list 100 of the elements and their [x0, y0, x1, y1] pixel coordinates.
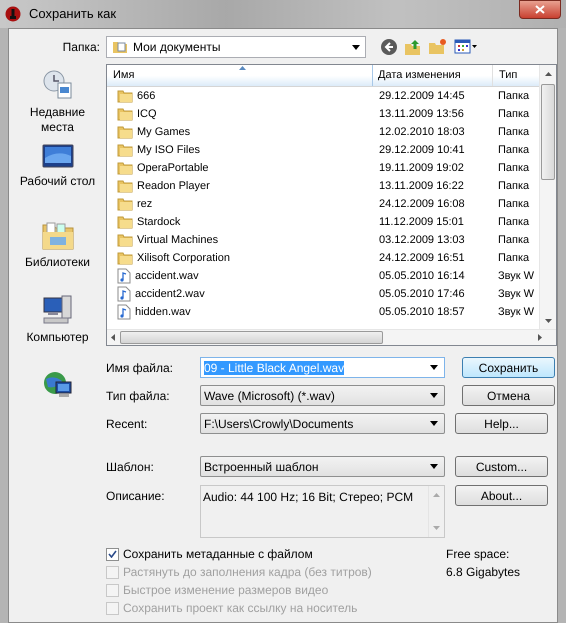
clock-documents-icon: [42, 69, 74, 101]
places-item[interactable]: Библиотеки: [16, 219, 100, 294]
date-cell-text: 24.12.2009 16:51: [378, 250, 466, 266]
scroll-down-icon: [544, 319, 552, 323]
file-row[interactable]: Virtual Machines 03.12.2009 13:03 Папка: [107, 231, 539, 249]
dropdown-field[interactable]: F:\Users\Crowly\Documents: [200, 413, 445, 434]
dialog-button[interactable]: Сохранить: [462, 357, 555, 378]
dropdown-field[interactable]: Wave (Microsoft) (*.wav): [200, 385, 445, 406]
file-name: accident2.wav: [135, 286, 205, 302]
computer-icon: [42, 294, 74, 326]
folder-icon: [117, 251, 133, 265]
column-header[interactable]: Тип: [493, 65, 539, 86]
window-title: Сохранить как: [28, 5, 116, 24]
scroll-up-icon: [433, 493, 440, 497]
file-row[interactable]: My ISO Files 29.12.2009 10:41 Папка: [107, 141, 539, 159]
folder-icon: [117, 143, 133, 157]
file-row[interactable]: Stardock 11.12.2009 15:01 Папка: [107, 213, 539, 231]
file-name: Xilisoft Corporation: [137, 250, 230, 266]
file-row[interactable]: Readon Player 13.11.2009 16:22 Папка: [107, 177, 539, 195]
file-name: Virtual Machines: [137, 232, 218, 248]
close-icon: [535, 5, 545, 14]
file-name: ICQ: [137, 106, 157, 122]
file-name: My Games: [137, 124, 190, 140]
folder-icon: [117, 197, 133, 211]
folder-icon: [117, 125, 133, 139]
folder-dropdown[interactable]: Мои документы: [106, 36, 366, 58]
date-cell-text: 19.11.2009 19:02: [378, 160, 465, 176]
monitor-icon: [42, 144, 74, 170]
date-cell-text: 12.02.2010 18:03: [378, 124, 466, 140]
file-row[interactable]: hidden.wav 05.05.2010 18:57 Звук W: [107, 303, 539, 321]
file-name: My ISO Files: [137, 142, 200, 158]
file-row[interactable]: accident.wav 05.05.2010 16:14 Звук W: [107, 267, 539, 285]
file-row[interactable]: Xilisoft Corporation 24.12.2009 16:51 Папка: [107, 249, 539, 267]
folder-icon: [117, 89, 133, 103]
vertical-scrollbar[interactable]: [539, 65, 556, 329]
up-folder-icon[interactable]: [404, 38, 422, 56]
file-row[interactable]: rez 24.12.2009 16:08 Папка: [107, 195, 539, 213]
back-icon[interactable]: [380, 38, 398, 56]
dropdown-caret-icon: [352, 44, 360, 50]
file-name: hidden.wav: [135, 304, 191, 320]
file-row[interactable]: accident2.wav 05.05.2010 17:46 Звук W: [107, 285, 539, 303]
type-cell-text: Звук W: [497, 286, 535, 302]
date-cell-text: 11.12.2009 15:01: [378, 214, 465, 230]
column-header[interactable]: Дата изменения: [373, 65, 493, 86]
dropdown-field[interactable]: Встроенный шаблон: [200, 456, 445, 477]
field-label: Имя файла:: [106, 360, 174, 376]
places-item[interactable]: Рабочий стол: [16, 144, 100, 219]
file-name: Readon Player: [137, 178, 210, 194]
type-cell-text: Папка: [497, 196, 530, 212]
audio-file-icon: [117, 286, 131, 302]
field-label: Recent:: [106, 416, 148, 432]
file-row[interactable]: ICQ 13.11.2009 13:56 Папка: [107, 105, 539, 123]
type-cell-text: Папка: [497, 160, 530, 176]
type-cell-text: Папка: [497, 178, 530, 194]
date-cell-text: 05.05.2010 16:14: [378, 268, 466, 284]
dialog-button[interactable]: Отмена: [462, 385, 555, 406]
option-checkbox[interactable]: Сохранить метаданные с файлом: [106, 545, 446, 563]
file-row[interactable]: 666 29.12.2009 14:45 Папка: [107, 87, 539, 105]
type-cell-text: Папка: [497, 124, 530, 140]
type-cell-text: Папка: [497, 88, 530, 104]
type-cell-text: Папка: [497, 232, 530, 248]
description-box: Audio: 44 100 Hz; 16 Bit; Стерео; PCM: [200, 485, 445, 538]
dropdown-caret-icon: [430, 421, 438, 426]
dialog-button[interactable]: About...: [455, 485, 548, 506]
places-item[interactable]: Компьютер: [16, 294, 100, 369]
type-cell-text: Папка: [497, 142, 530, 158]
dialog-button[interactable]: Help...: [455, 413, 548, 434]
dropdown-caret-icon: [430, 393, 438, 398]
documents-folder-icon: [112, 40, 128, 54]
date-cell-text: 13.11.2009 13:56: [378, 106, 465, 122]
file-name: Stardock: [137, 214, 180, 230]
dialog-button[interactable]: Custom...: [455, 456, 548, 477]
close-button[interactable]: [519, 0, 561, 19]
type-cell-text: Звук W: [497, 304, 535, 320]
free-space-label: Free space:: [446, 546, 510, 563]
new-folder-icon[interactable]: [428, 38, 448, 56]
folder-icon: [117, 179, 133, 193]
horizontal-scrollbar[interactable]: [107, 329, 556, 345]
date-cell-text: 24.12.2009 16:08: [378, 196, 466, 212]
field-label: Шаблон:: [106, 458, 155, 476]
sort-arrow-icon: [239, 66, 246, 70]
scroll-thumb[interactable]: [541, 84, 555, 180]
dropdown-caret-icon: [430, 365, 438, 370]
folder-icon: [117, 215, 133, 229]
file-row[interactable]: My Games 12.02.2010 18:03 Папка: [107, 123, 539, 141]
checkmark-icon: [108, 550, 117, 558]
field-label: Описание:: [106, 488, 166, 505]
free-space-value: 6.8 Gigabytes: [446, 564, 520, 581]
folder-label: Папка:: [62, 39, 100, 56]
view-menu-icon[interactable]: [454, 39, 478, 55]
date-cell-text: 05.05.2010 18:57: [378, 304, 466, 320]
file-row[interactable]: OperaPortable 19.11.2009 19:02 Папка: [107, 159, 539, 177]
app-icon: [5, 6, 21, 22]
date-cell-text: 05.05.2010 17:46: [378, 286, 466, 302]
date-cell-text: 13.11.2009 16:22: [378, 178, 465, 194]
column-header[interactable]: Имя: [107, 65, 373, 86]
scroll-thumb[interactable]: [120, 331, 383, 344]
places-item[interactable]: Недавние места: [16, 69, 100, 144]
audio-file-icon: [117, 304, 131, 320]
date-cell-text: 29.12.2009 14:45: [378, 88, 466, 104]
